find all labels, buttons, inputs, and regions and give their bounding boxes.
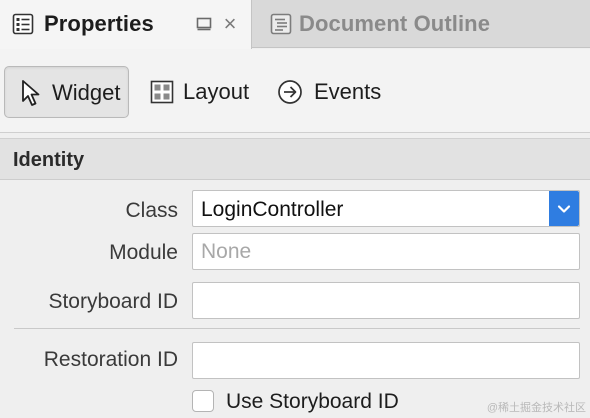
maximize-icon[interactable] <box>194 14 214 34</box>
tab-document-outline[interactable]: Document Outline <box>253 0 590 48</box>
class-value: LoginController <box>201 198 344 221</box>
subtab-layout-label: Layout <box>183 79 250 104</box>
panel-tab-bar: Properties × Document Outline <box>0 0 590 49</box>
watermark: @稀土掘金技术社区 <box>486 402 586 414</box>
chevron-down-icon[interactable] <box>549 191 579 226</box>
module-label: Module <box>109 241 178 264</box>
storyboard-id-field[interactable] <box>192 282 580 319</box>
cursor-arrow-icon <box>17 79 45 107</box>
subtab-layout[interactable]: Layout <box>146 66 262 118</box>
properties-subtoolbar: Widget Layout Events <box>0 49 590 133</box>
tab-properties[interactable]: Properties × <box>0 0 252 49</box>
module-field[interactable] <box>192 233 580 270</box>
close-icon[interactable]: × <box>220 13 240 35</box>
tab-document-outline-label: Document Outline <box>299 11 491 36</box>
subtab-events[interactable]: Events <box>274 66 394 118</box>
subtab-events-label: Events <box>314 79 382 104</box>
storyboard-id-label: Storyboard ID <box>48 290 178 313</box>
section-title: Identity <box>13 149 85 171</box>
subtab-widget-label: Widget <box>52 80 121 105</box>
identity-section-header[interactable]: Identity <box>0 138 590 180</box>
layout-grid-icon <box>148 78 176 106</box>
tab-properties-label: Properties <box>44 11 154 36</box>
document-outline-icon <box>270 13 292 35</box>
use-storyboard-id-checkbox[interactable] <box>192 390 214 412</box>
restoration-id-label: Restoration ID <box>43 348 178 371</box>
restoration-id-field[interactable] <box>192 342 580 379</box>
class-label: Class <box>125 199 178 222</box>
subtab-widget[interactable]: Widget <box>4 66 129 118</box>
properties-list-icon <box>12 13 34 35</box>
section-divider <box>14 328 580 329</box>
use-storyboard-id-label[interactable]: Use Storyboard ID <box>226 390 399 414</box>
class-combobox[interactable]: LoginController <box>192 190 580 227</box>
circle-arrow-icon <box>276 78 304 106</box>
